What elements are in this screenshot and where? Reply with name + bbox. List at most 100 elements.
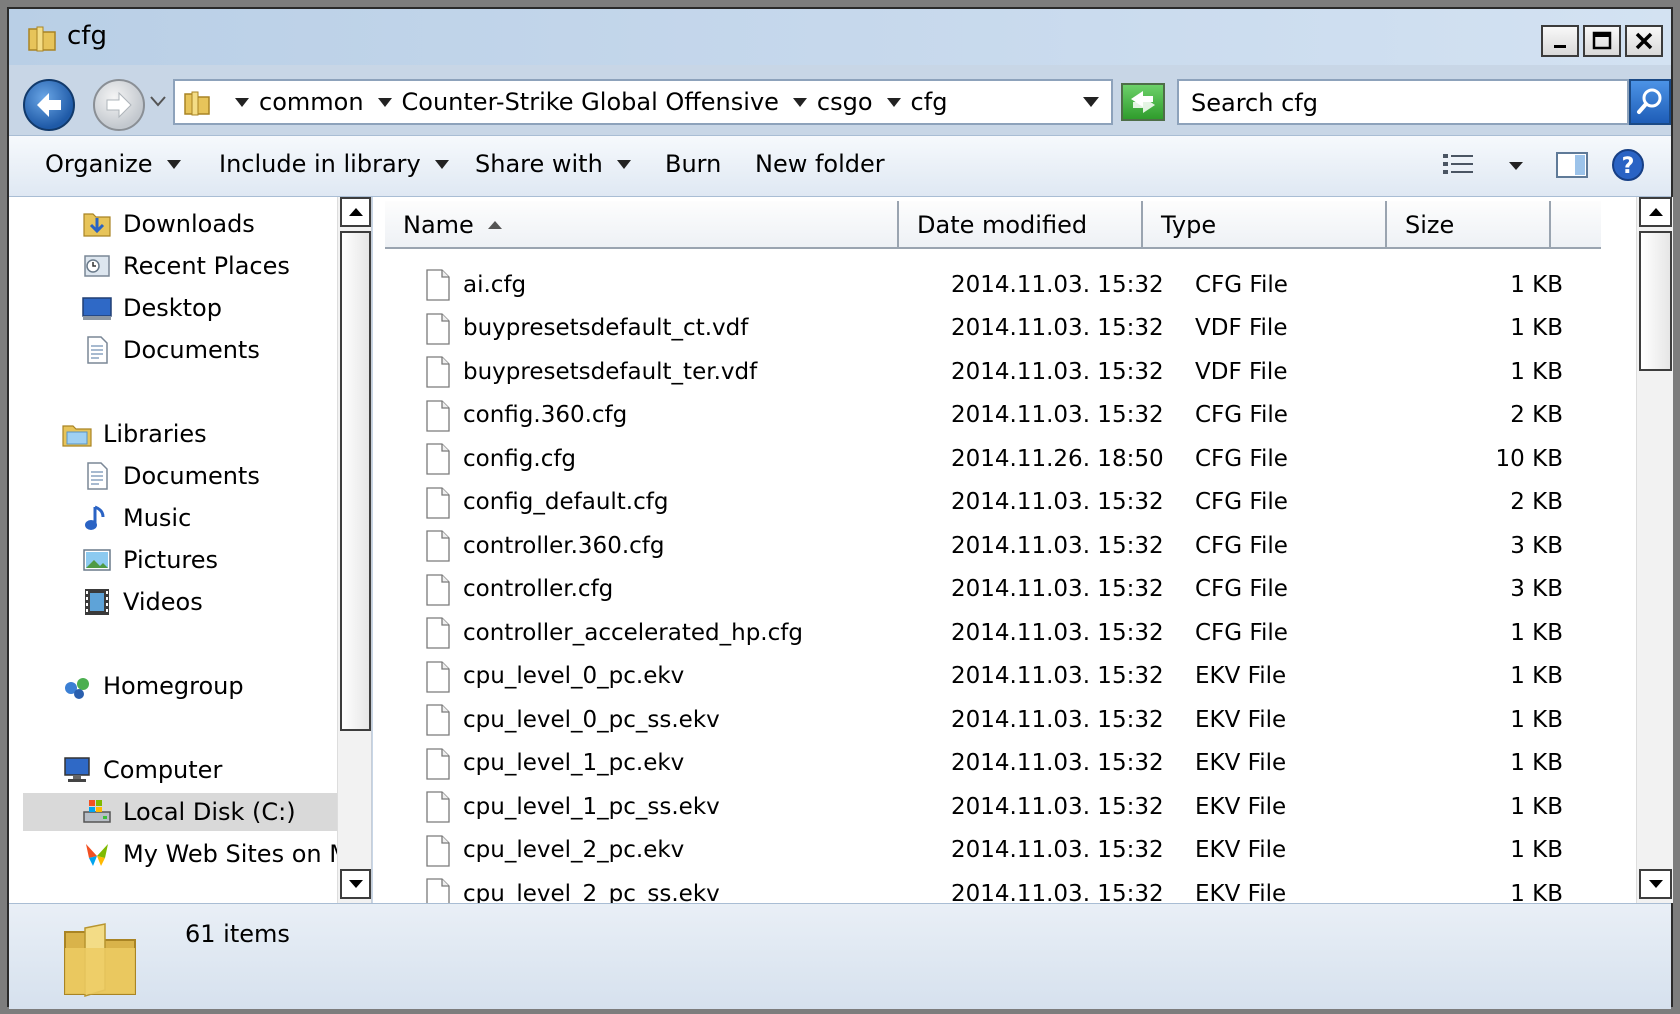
column-size[interactable]: Size <box>1387 201 1551 249</box>
table-row[interactable]: config.360.cfg 2014.11.03. 15:32 CFG File 2… <box>373 394 1633 438</box>
nav-item-recent-places[interactable]: Recent Places <box>81 247 290 285</box>
refresh-button[interactable] <box>1121 83 1165 121</box>
file-name: buypresetsdefault_ct.vdf <box>463 315 749 342</box>
chevron-down-icon[interactable] <box>792 97 807 107</box>
table-row[interactable]: cpu_level_0_pc_ss.ekv 2014.11.03. 15:32 EK… <box>373 698 1633 742</box>
table-row[interactable]: ai.cfg 2014.11.03. 15:32 CFG File 1 KB <box>373 263 1633 307</box>
scroll-up-button[interactable] <box>1639 197 1672 227</box>
breadcrumb-common[interactable]: common <box>259 88 364 116</box>
nav-item-libraries[interactable]: Libraries <box>61 415 207 453</box>
navigation-scrollbar[interactable] <box>337 197 371 903</box>
share-with-button[interactable]: Share with <box>475 150 631 178</box>
table-row[interactable]: cpu_level_2_pc_ss.ekv 2014.11.03. 15:32 EK… <box>373 872 1633 903</box>
nav-item-library-documents[interactable]: Documents <box>81 457 260 495</box>
chevron-down-icon[interactable] <box>377 97 392 107</box>
file-date-modified: 2014.11.03. 15:32 <box>951 837 1164 864</box>
nav-label: Computer <box>103 756 223 784</box>
nav-item-computer[interactable]: Computer <box>61 751 222 789</box>
file-type: EKV File <box>1195 750 1287 777</box>
view-dropdown-icon[interactable] <box>1507 160 1525 172</box>
scroll-thumb[interactable] <box>1639 231 1672 371</box>
nav-item-pictures[interactable]: Pictures <box>81 541 218 579</box>
file-type: CFG File <box>1195 576 1288 603</box>
file-size: 1 KB <box>1510 663 1563 690</box>
file-icon <box>426 791 450 823</box>
table-row[interactable]: config_default.cfg 2014.11.03. 15:32 CFG F… <box>373 481 1633 525</box>
breadcrumb-counter-strike[interactable]: Counter-Strike Global Offensive <box>402 88 779 116</box>
burn-button[interactable]: Burn <box>665 150 721 178</box>
column-name[interactable]: Name <box>385 201 899 249</box>
nav-item-documents[interactable]: Documents <box>81 331 260 369</box>
view-options-icon[interactable] <box>1441 150 1477 180</box>
nav-item-videos[interactable]: Videos <box>81 583 203 621</box>
screen-frame: cfg common Counter-Strike Global Offensi… <box>0 0 1680 1014</box>
file-type: CFG File <box>1195 271 1288 298</box>
table-row[interactable]: controller.cfg 2014.11.03. 15:32 CFG File 3… <box>373 568 1633 612</box>
nav-item-homegroup[interactable]: Homegroup <box>61 667 244 705</box>
table-row[interactable]: cpu_level_1_pc_ss.ekv 2014.11.03. 15:32 EK… <box>373 785 1633 829</box>
scroll-thumb[interactable] <box>340 231 371 731</box>
file-name: buypresetsdefault_ter.vdf <box>463 358 758 385</box>
music-icon <box>85 505 105 530</box>
back-button[interactable] <box>23 79 75 131</box>
nav-item-desktop[interactable]: Desktop <box>81 289 222 327</box>
close-button[interactable] <box>1625 25 1663 57</box>
file-icon <box>426 486 450 519</box>
file-date-modified: 2014.11.03. 15:32 <box>951 315 1164 342</box>
column-type[interactable]: Type <box>1143 201 1387 249</box>
nav-item-downloads[interactable]: Downloads <box>81 205 255 243</box>
msn-butterfly-icon <box>86 844 108 866</box>
file-size: 1 KB <box>1510 837 1563 864</box>
local-disk-icon <box>83 800 111 823</box>
table-row[interactable]: buypresetsdefault_ct.vdf 2014.11.03. 15:3… <box>373 307 1633 351</box>
table-row[interactable]: config.cfg 2014.11.26. 18:50 CFG File 10 KB <box>373 437 1633 481</box>
file-name: cpu_level_0_pc.ekv <box>463 663 685 690</box>
chevron-down-icon[interactable] <box>235 97 249 107</box>
new-folder-button[interactable]: New folder <box>755 150 885 178</box>
nav-label: Documents <box>123 462 260 490</box>
table-row[interactable]: cpu_level_1_pc.ekv 2014.11.03. 15:32 EKV F… <box>373 742 1633 786</box>
file-list-scrollbar[interactable] <box>1636 197 1673 903</box>
search-button[interactable] <box>1629 79 1671 125</box>
burn-label: Burn <box>665 150 722 178</box>
scroll-down-button[interactable] <box>340 869 371 899</box>
address-dropdown[interactable] <box>1083 97 1099 107</box>
table-row[interactable]: controller.360.cfg 2014.11.03. 15:32 CFG F… <box>373 524 1633 568</box>
file-date-modified: 2014.11.03. 15:32 <box>951 576 1164 603</box>
address-row: common Counter-Strike Global Offensive c… <box>9 65 1671 135</box>
nav-item-my-web-sites[interactable]: My Web Sites on MSN <box>81 835 337 873</box>
file-name: ai.cfg <box>463 271 527 298</box>
file-date-modified: 2014.11.03. 15:32 <box>951 663 1164 690</box>
nav-label: Music <box>123 504 192 532</box>
help-icon[interactable]: ? <box>1611 148 1645 182</box>
computer-icon <box>64 757 90 782</box>
documents-icon <box>87 336 108 364</box>
nav-label: My Web Sites on MSN <box>123 840 337 868</box>
chevron-down-icon[interactable] <box>886 97 901 107</box>
table-row[interactable]: cpu_level_2_pc.ekv 2014.11.03. 15:32 EKV F… <box>373 829 1633 873</box>
maximize-button[interactable] <box>1583 25 1621 57</box>
include-in-library-button[interactable]: Include in library <box>219 150 449 178</box>
file-type: EKV File <box>1195 880 1287 903</box>
title-bar: cfg <box>9 9 1671 65</box>
address-bar[interactable]: common Counter-Strike Global Offensive c… <box>173 79 1113 125</box>
file-date-modified: 2014.11.03. 15:32 <box>951 489 1164 516</box>
forward-button[interactable] <box>93 79 145 131</box>
table-row[interactable]: cpu_level_0_pc.ekv 2014.11.03. 15:32 EKV F… <box>373 655 1633 699</box>
preview-pane-icon[interactable] <box>1555 150 1589 180</box>
file-date-modified: 2014.11.03. 15:32 <box>951 271 1164 298</box>
column-date-modified[interactable]: Date modified <box>899 201 1143 249</box>
file-type: CFG File <box>1195 402 1288 429</box>
table-row[interactable]: controller_accelerated_hp.cfg 2014.11.03.… <box>373 611 1633 655</box>
scroll-down-button[interactable] <box>1639 869 1672 899</box>
search-input[interactable] <box>1191 87 1571 119</box>
scroll-up-button[interactable] <box>340 197 371 227</box>
nav-item-local-disk[interactable]: Local Disk (C:) <box>23 793 337 831</box>
minimize-button[interactable] <box>1541 25 1579 57</box>
breadcrumb-cfg[interactable]: cfg <box>911 88 948 116</box>
organize-button[interactable]: Organize <box>45 150 181 178</box>
breadcrumb-csgo[interactable]: csgo <box>817 88 873 116</box>
nav-item-music[interactable]: Music <box>81 499 191 537</box>
recent-pages-dropdown[interactable] <box>149 95 167 107</box>
table-row[interactable]: buypresetsdefault_ter.vdf 2014.11.03. 15:… <box>373 350 1633 394</box>
